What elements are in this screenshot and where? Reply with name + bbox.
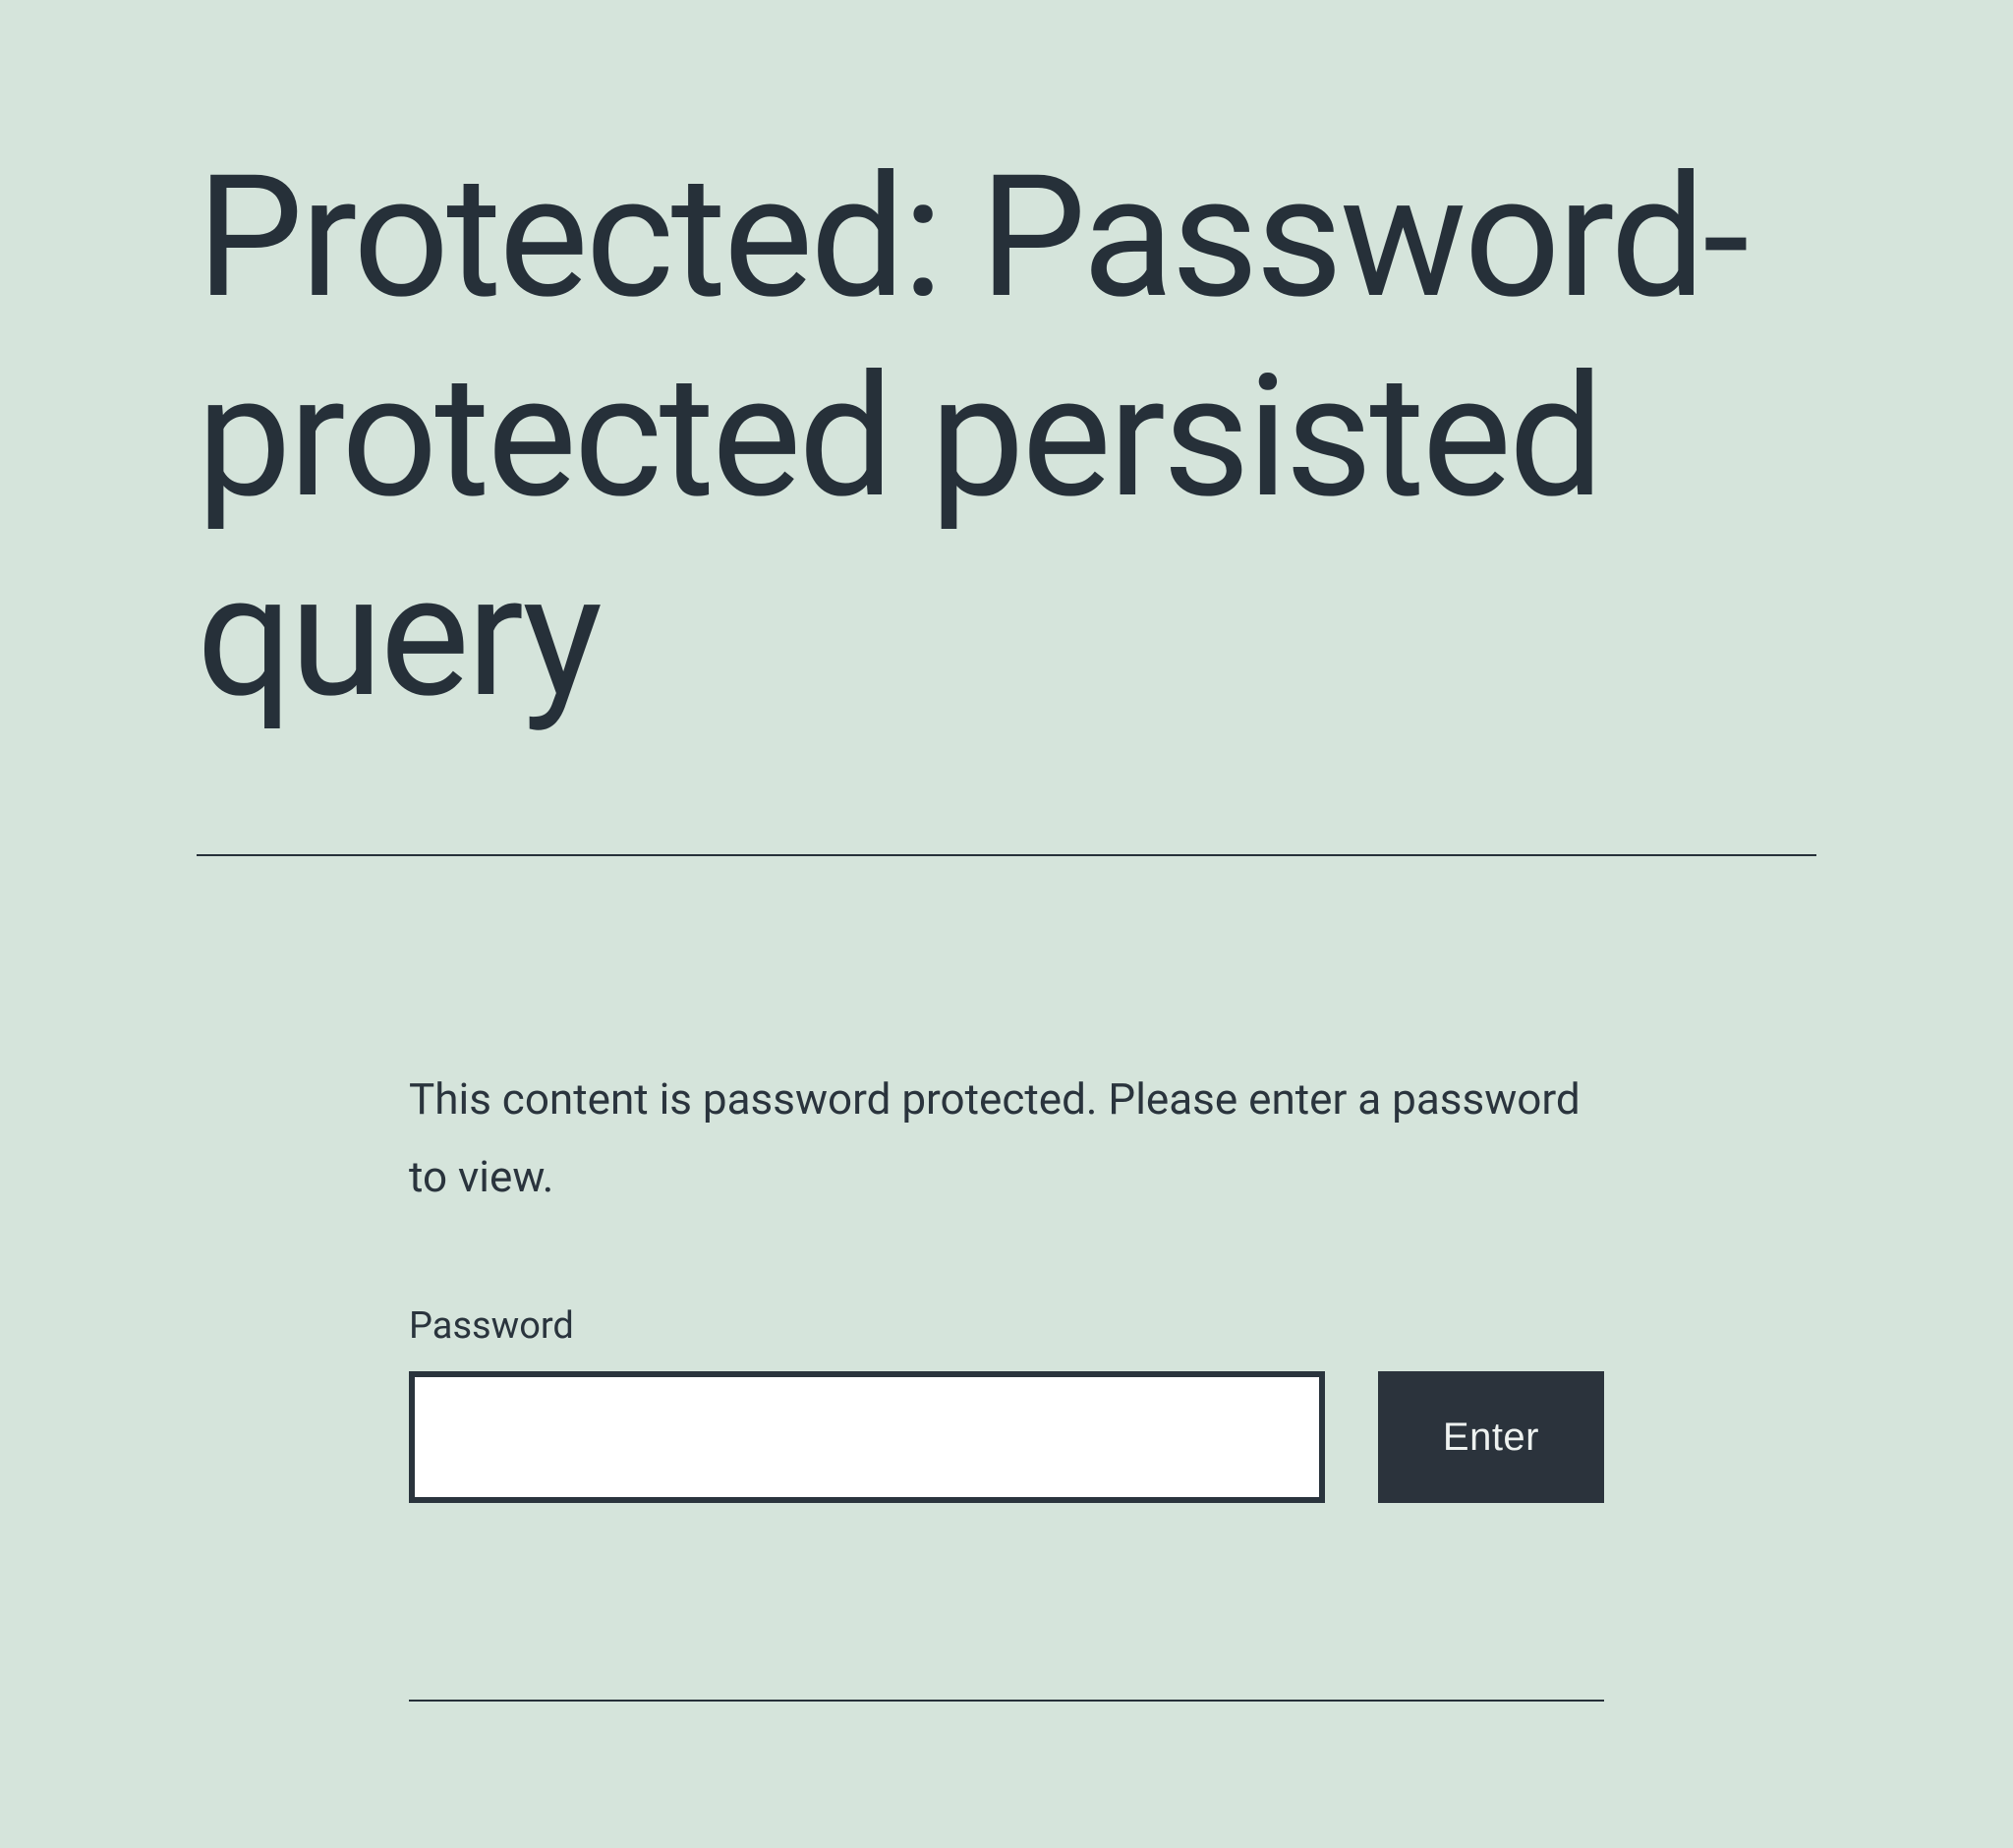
protected-description: This content is password protected. Plea…	[409, 1061, 1604, 1216]
enter-button[interactable]: Enter	[1378, 1371, 1604, 1503]
content-divider	[409, 1700, 1604, 1702]
header-divider	[197, 854, 1816, 856]
page-title: Protected: Password-protected persisted …	[197, 138, 1816, 736]
header: Protected: Password-protected persisted …	[197, 0, 1816, 856]
password-input[interactable]	[409, 1371, 1325, 1503]
page-root: Protected: Password-protected persisted …	[0, 0, 2013, 1848]
password-row: Enter	[409, 1371, 1604, 1503]
password-label: Password	[409, 1304, 1604, 1348]
content: This content is password protected. Plea…	[409, 864, 1604, 1503]
